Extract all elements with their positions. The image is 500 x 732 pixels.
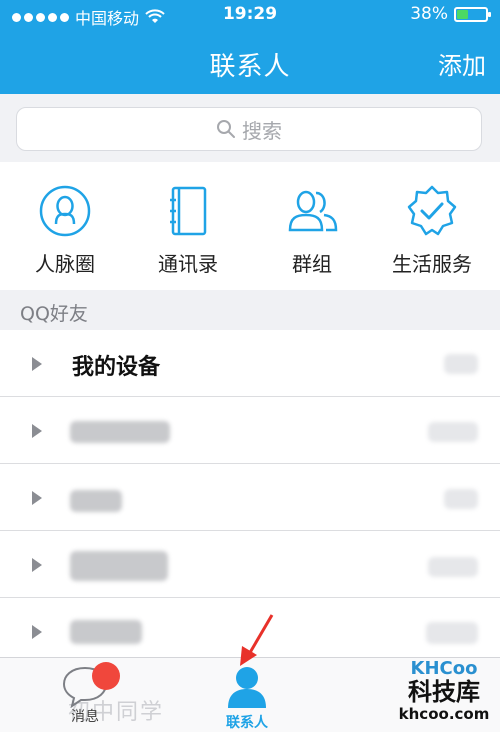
friend-group-row[interactable] — [0, 531, 500, 598]
search-placeholder: 搜索 — [242, 118, 282, 143]
blurred-count — [428, 422, 478, 442]
blurred-group-name — [70, 421, 170, 443]
badge-check-icon — [407, 185, 457, 236]
watermark: KHCoo 科技库 khcoo.com — [394, 658, 494, 723]
expand-triangle-icon — [32, 491, 42, 505]
quick-action-life-services[interactable]: 生活服务 — [372, 184, 492, 277]
section-title: QQ好友 — [20, 303, 88, 325]
blurred-count — [444, 354, 478, 374]
search-area: 搜索 — [0, 94, 500, 162]
tab-contacts[interactable]: 联系人 — [212, 664, 282, 732]
battery-area: 38% — [410, 4, 491, 24]
add-button[interactable]: 添加 — [438, 46, 486, 81]
quick-action-label: 生活服务 — [392, 252, 472, 276]
search-input[interactable]: 搜索 — [16, 107, 482, 151]
watermark-brand: KHCoo — [410, 658, 478, 679]
battery-percent: 38% — [410, 4, 448, 24]
expand-triangle-icon — [32, 625, 42, 639]
quick-action-groups[interactable]: 群组 — [252, 184, 372, 277]
address-book-icon — [170, 186, 207, 236]
blurred-group-name — [70, 490, 122, 512]
navigation-bar: 联系人 添加 — [0, 30, 500, 94]
section-header: QQ好友 — [0, 290, 500, 330]
unread-badge — [92, 662, 120, 690]
quick-actions: 人脉圈 通讯录 群组 生活服务 — [0, 162, 500, 290]
tab-label: 联系人 — [226, 715, 268, 731]
friend-group-row[interactable] — [0, 464, 500, 531]
quick-action-label: 人脉圈 — [35, 252, 95, 276]
expand-triangle-icon — [32, 558, 42, 572]
tab-label: 消息 — [71, 709, 99, 725]
expand-triangle-icon — [32, 424, 42, 438]
watermark-name: 科技库 — [408, 678, 480, 706]
quick-action-label: 群组 — [292, 252, 332, 276]
expand-triangle-icon — [32, 357, 42, 371]
friend-group-row[interactable]: 我的设备 — [0, 330, 500, 397]
quick-action-network[interactable]: 人脉圈 — [5, 184, 125, 277]
blurred-group-name — [70, 551, 168, 581]
quick-action-label: 通讯录 — [158, 252, 218, 276]
group-icon — [288, 190, 338, 232]
blurred-count — [426, 622, 478, 644]
friend-group-row[interactable] — [0, 397, 500, 464]
blurred-group-name — [70, 620, 142, 644]
blurred-count — [428, 557, 478, 577]
page-title: 联系人 — [209, 52, 291, 82]
watermark-url: khcoo.com — [398, 705, 490, 723]
search-icon — [217, 120, 235, 138]
person-circle-icon — [39, 185, 91, 237]
quick-action-address-book[interactable]: 通讯录 — [128, 184, 248, 277]
blurred-count — [444, 489, 478, 509]
red-arrow-icon — [240, 614, 274, 666]
person-icon — [228, 667, 266, 708]
battery-icon — [454, 6, 491, 22]
group-name: 我的设备 — [72, 355, 161, 380]
status-bar: 中国移动 19:29 38% — [0, 0, 500, 30]
